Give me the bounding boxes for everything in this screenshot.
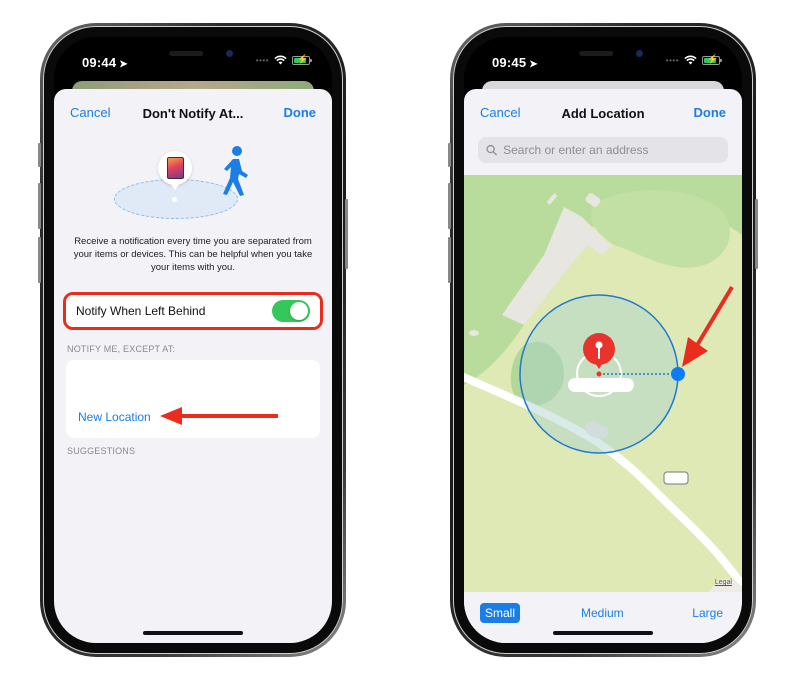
left-screen: 09:44 ➤ •••• ⚡ Cancel Don't Notify At... … [54, 37, 332, 643]
mute-switch [38, 143, 41, 167]
legal-link[interactable]: Legal [715, 579, 732, 586]
cellular-icon: •••• [255, 55, 269, 65]
add-location-sheet: Cancel Add Location Done Search or enter… [464, 89, 742, 643]
description-text: Receive a notification every time you ar… [73, 236, 313, 273]
front-camera [636, 50, 644, 57]
toggle-label: Notify When Left Behind [76, 304, 206, 318]
done-button[interactable]: Done [284, 105, 317, 120]
search-input[interactable] [503, 143, 720, 157]
side-button [755, 199, 758, 269]
pin-anchor [596, 371, 602, 377]
except-section-header: NOTIFY ME, EXCEPT AT: [67, 344, 176, 354]
speaker [169, 51, 204, 56]
status-time: 09:44 ➤ [82, 55, 128, 70]
home-indicator[interactable] [553, 631, 653, 635]
location-arrow-icon: ➤ [529, 59, 538, 70]
home-indicator[interactable] [143, 631, 243, 635]
right-screen: 09:45➤ •••• ⚡ Cancel Add Location Done [464, 37, 742, 643]
status-bar: 09:45 ➤ •••• ⚡ [464, 37, 742, 81]
ipad-icon [166, 157, 184, 179]
battery-charging-icon: ⚡ [292, 54, 312, 65]
side-button [345, 199, 348, 269]
page-title: Add Location [561, 105, 645, 121]
radius-handle[interactable] [671, 367, 685, 381]
search-icon [486, 144, 497, 156]
size-small-button[interactable]: Small [480, 603, 521, 623]
notify-left-behind-row: Notify When Left Behind [66, 295, 320, 327]
dont-notify-sheet: Cancel Don't Notify At... Done Receive a [54, 89, 332, 643]
annotation-arrow [160, 407, 278, 425]
status-time: 09:45 ➤ [492, 55, 538, 70]
volume-up-button [38, 183, 41, 229]
new-location-button[interactable]: New Location [78, 410, 151, 424]
except-locations-card: New Location [66, 360, 320, 438]
toggle-knob [290, 302, 308, 320]
right-phone-frame: 09:45➤ •••• ⚡ Cancel Add Location Done [448, 23, 758, 657]
nav-bar: Cancel Add Location Done [464, 89, 742, 137]
wifi-icon [684, 55, 697, 65]
cellular-icon: •••• [665, 55, 679, 65]
volume-down-button [448, 237, 451, 283]
wifi-icon [274, 55, 287, 65]
annotation-arrow-head [682, 337, 708, 367]
building [469, 330, 479, 336]
annotation-arrow [694, 285, 734, 349]
page-title: Don't Notify At... [142, 105, 244, 121]
volume-down-button [38, 237, 41, 283]
location-arrow-icon: ➤ [119, 59, 128, 70]
notify-left-behind-toggle[interactable] [272, 300, 310, 322]
road-sign [663, 471, 689, 485]
walking-person-icon [223, 146, 248, 196]
size-large-button[interactable]: Large [687, 603, 728, 623]
status-icons: •••• ⚡ [255, 54, 312, 65]
volume-up-button [448, 183, 451, 229]
done-button[interactable]: Done [694, 105, 727, 120]
mute-switch [448, 143, 451, 167]
map-view[interactable]: Legal [464, 175, 742, 592]
status-icons: •••• ⚡ [665, 54, 722, 65]
device-bubble [158, 151, 192, 190]
search-bar[interactable] [478, 137, 728, 163]
suggestions-header: SUGGESTIONS [67, 446, 136, 456]
left-phone-frame: 09:44 ➤ •••• ⚡ Cancel Don't Notify At... … [38, 23, 348, 657]
time-text: 09:44 [82, 55, 117, 70]
size-medium-button[interactable]: Medium [576, 603, 629, 623]
cancel-button[interactable]: Cancel [70, 105, 110, 120]
location-dot [172, 197, 177, 202]
nav-bar: Cancel Don't Notify At... Done [54, 89, 332, 137]
location-label-pill [568, 378, 634, 392]
search-bar-wrap [464, 137, 742, 163]
cancel-button[interactable]: Cancel [480, 105, 520, 120]
battery-charging-icon: ⚡ [702, 54, 722, 65]
status-bar: 09:44 ➤ •••• ⚡ [54, 37, 332, 81]
highlight-box: Notify When Left Behind [63, 292, 323, 330]
map-canvas [464, 175, 742, 592]
time-text: 09:45 [492, 55, 527, 70]
speaker [579, 51, 614, 56]
front-camera [226, 50, 234, 57]
hero-illustration [54, 143, 332, 225]
radius-size-bar: Small Medium Large [464, 592, 742, 643]
